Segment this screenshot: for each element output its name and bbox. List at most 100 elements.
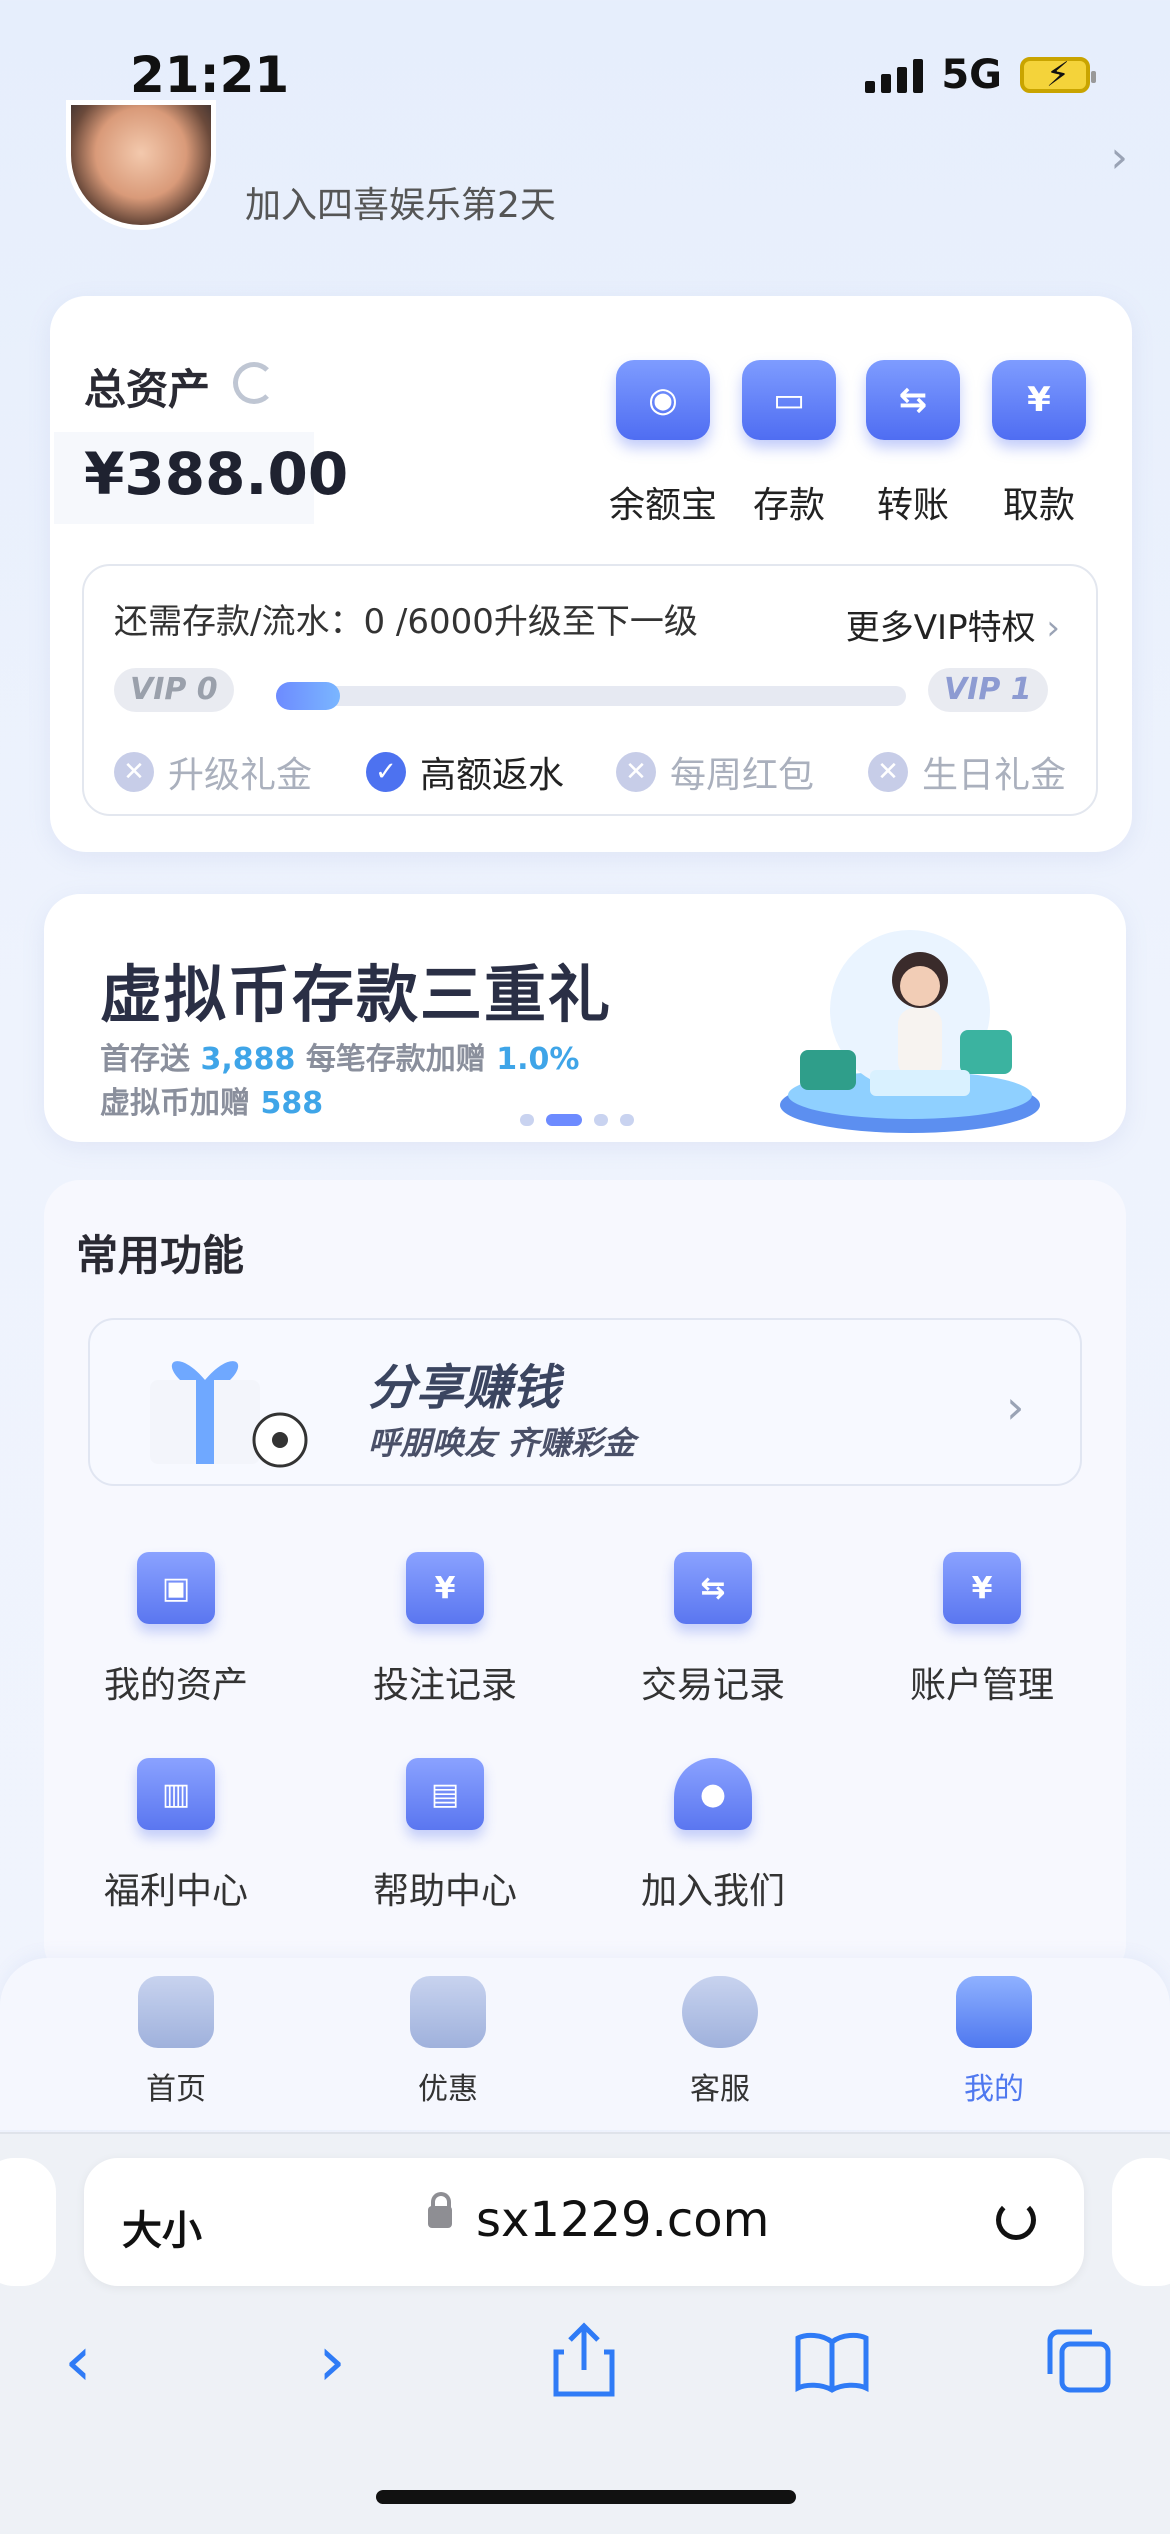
tab-home[interactable]: 首页: [86, 1976, 266, 2108]
wallet-icon: ▭: [742, 360, 836, 440]
text-size-button[interactable]: 大小: [122, 2198, 202, 2256]
perk-label: 升级礼金: [168, 755, 313, 796]
join-days-text: 加入四喜娱乐第2天: [245, 185, 556, 226]
folder-yen-icon: ¥: [943, 1552, 1021, 1624]
quick-action-yuebao[interactable]: ◉ 余额宝: [608, 360, 718, 528]
banner-highlight: 3,888: [200, 1042, 296, 1077]
previous-tab-peek[interactable]: [0, 2158, 56, 2286]
quick-action-withdraw[interactable]: ¥ 取款: [984, 360, 1094, 528]
feature-welfare-center[interactable]: ▥ 福利中心: [66, 1758, 286, 1914]
back-icon[interactable]: ‹: [64, 2320, 92, 2402]
feature-label: 帮助中心: [372, 1871, 517, 1912]
perk-upgrade-bonus: ✕ 升级礼金: [114, 746, 312, 798]
tab-label: 优惠: [418, 2072, 478, 2107]
cross-icon: ✕: [868, 752, 908, 792]
feature-label: 账户管理: [909, 1665, 1054, 1706]
banner-illustration: [780, 930, 1040, 1133]
profile-icon: [956, 1976, 1032, 2048]
url-text[interactable]: sx1229.com: [476, 2192, 769, 2248]
feature-label: 加入我们: [640, 1871, 785, 1912]
avatar[interactable]: [66, 100, 216, 230]
quick-action-label: 余额宝: [608, 485, 717, 526]
quick-action-label: 存款: [752, 485, 825, 526]
wallet-icon: ▣: [137, 1552, 215, 1624]
check-icon: ✓: [366, 752, 406, 792]
share-icon[interactable]: [552, 2322, 616, 2398]
feature-account-management[interactable]: ¥ 账户管理: [872, 1552, 1092, 1708]
gift-box-icon: [150, 1361, 308, 1468]
vip-next-badge: VIP 1: [928, 668, 1048, 712]
banner-line-2: 虚拟币加赠 588: [100, 1078, 323, 1122]
lock-icon: [428, 2192, 452, 2228]
quick-action-label: 取款: [1002, 485, 1075, 526]
more-vip-link[interactable]: 更多VIP特权 ›: [846, 600, 1060, 649]
features-title: 常用功能: [76, 1231, 245, 1280]
perk-rebate: ✓ 高额返水: [366, 746, 564, 798]
chevron-right-icon: ›: [1006, 1380, 1025, 1434]
feature-transaction-records[interactable]: ⇆ 交易记录: [603, 1552, 823, 1708]
network-label: 5G: [941, 52, 1002, 98]
feature-bet-records[interactable]: ¥ 投注记录: [335, 1552, 555, 1708]
perk-label: 高额返水: [420, 755, 565, 796]
reload-icon[interactable]: [996, 2200, 1036, 2240]
chevron-right-icon[interactable]: ›: [1110, 132, 1128, 183]
tabs-icon[interactable]: [1044, 2326, 1114, 2396]
quick-action-label: 转账: [876, 485, 949, 526]
feature-label: 我的资产: [103, 1665, 248, 1706]
vip-current-badge: VIP 0: [114, 668, 234, 712]
clipboard-transfer-icon: ⇆: [674, 1552, 752, 1624]
perk-weekly-redpacket: ✕ 每周红包: [616, 746, 814, 798]
share-subtitle: 呼朋唤友 齐赚彩金: [368, 1424, 636, 1462]
coin-stack-icon: ◉: [616, 360, 710, 440]
quick-action-deposit[interactable]: ▭ 存款: [734, 360, 844, 528]
promo-icon: [410, 1976, 486, 2048]
page-dot[interactable]: [520, 1114, 534, 1126]
transfer-icon: ⇆: [866, 360, 960, 440]
tab-label: 我的: [964, 2072, 1024, 2107]
feature-help-center[interactable]: ▤ 帮助中心: [335, 1758, 555, 1914]
perk-birthday-bonus: ✕ 生日礼金: [868, 746, 1066, 798]
cross-icon: ✕: [114, 752, 154, 792]
yen-box-icon: ¥: [406, 1552, 484, 1624]
tab-mine[interactable]: 我的: [904, 1976, 1084, 2108]
tab-label: 首页: [146, 2072, 206, 2107]
gift-box-icon: ▥: [137, 1758, 215, 1830]
banner-highlight: 1.0%: [496, 1042, 580, 1077]
banner-pagination[interactable]: [520, 1114, 634, 1126]
feature-join-us[interactable]: ● 加入我们: [603, 1758, 823, 1914]
status-indicators: 5G ⚡: [865, 52, 1096, 98]
signal-icon: [865, 57, 924, 93]
banner-title: 虚拟币存款三重礼: [100, 958, 613, 1031]
page-dot-active[interactable]: [546, 1114, 582, 1126]
banner-text: 每笔存款加赠: [305, 1042, 486, 1077]
feature-my-assets[interactable]: ▣ 我的资产: [66, 1552, 286, 1708]
feature-label: 福利中心: [103, 1871, 248, 1912]
forward-icon[interactable]: ›: [318, 2320, 346, 2402]
page-dot[interactable]: [620, 1114, 634, 1126]
bookmarks-icon[interactable]: [794, 2330, 870, 2394]
tab-promotions[interactable]: 优惠: [358, 1976, 538, 2108]
vip-progress-track: [276, 686, 906, 706]
tab-label: 客服: [690, 2072, 750, 2107]
book-icon: ▤: [406, 1758, 484, 1830]
next-tab-peek[interactable]: [1112, 2158, 1170, 2286]
chevron-right-icon: ›: [1046, 608, 1060, 648]
more-vip-label: 更多VIP特权: [845, 608, 1036, 648]
cross-icon: ✕: [616, 752, 656, 792]
quick-action-transfer[interactable]: ⇆ 转账: [858, 360, 968, 528]
vip-progress-fill: [276, 682, 340, 710]
banner-text: 虚拟币加赠: [100, 1086, 250, 1121]
tab-customer-service[interactable]: 客服: [630, 1976, 810, 2108]
vip-requirement-text: 还需存款/流水：0 /6000升级至下一级: [114, 602, 698, 642]
asset-amount: ¥388.00: [84, 440, 349, 508]
asset-title: 总资产: [84, 365, 211, 414]
refresh-icon[interactable]: [233, 362, 275, 404]
battery-charging-icon: ⚡: [1020, 57, 1096, 93]
share-title: 分享赚钱: [368, 1360, 561, 1416]
perk-label: 生日礼金: [922, 755, 1067, 796]
home-indicator: [376, 2490, 796, 2504]
withdraw-icon: ¥: [992, 360, 1086, 440]
page-dot[interactable]: [594, 1114, 608, 1126]
people-icon: ●: [674, 1758, 752, 1830]
banner-line-1: 首存送 3,888 每笔存款加赠 1.0%: [100, 1034, 579, 1078]
